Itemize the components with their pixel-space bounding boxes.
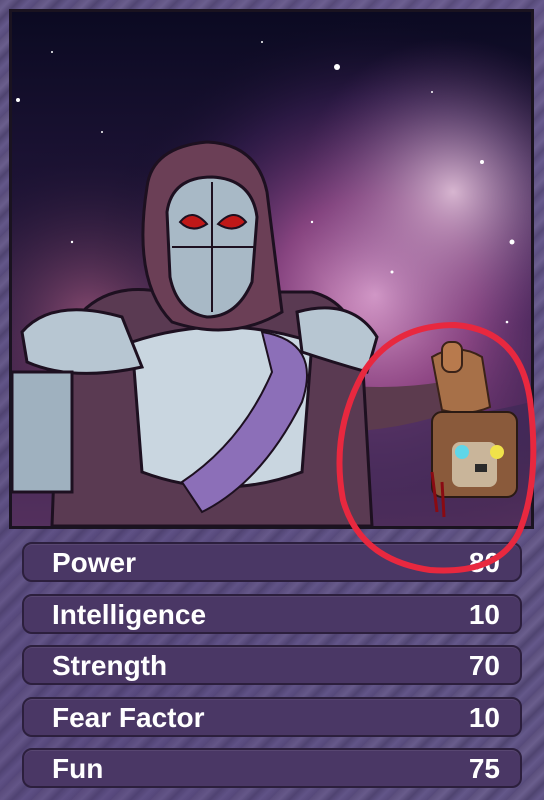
stat-value: 70 <box>468 650 500 681</box>
stat-label: Strength <box>52 650 168 681</box>
stat-row-intelligence[interactable]: Intelligence 10 <box>22 593 522 634</box>
stat-label: Intelligence <box>52 598 207 630</box>
character-card: Power 80 Intelligence 10 Strength 70 Fea… <box>0 0 544 800</box>
stat-value: 10 <box>468 701 500 733</box>
stats-panel: Power 80 Intelligence 10 Strength 70 Fea… <box>22 542 522 800</box>
stat-value: 80 <box>468 547 500 578</box>
character-illustration <box>12 12 531 526</box>
stat-row-strength[interactable]: Strength 70 <box>22 645 522 685</box>
stat-row-fun[interactable]: Fun 75 <box>22 748 522 788</box>
character-artwork <box>9 9 534 529</box>
stat-value: 10 <box>468 598 500 630</box>
stat-row-fear-factor[interactable]: Fear Factor 10 <box>22 696 522 737</box>
stat-row-power[interactable]: Power 80 <box>22 542 522 582</box>
stat-label: Fun <box>52 753 104 784</box>
stat-label: Power <box>52 547 137 578</box>
stat-label: Fear Factor <box>52 701 205 733</box>
stat-value: 75 <box>468 753 500 784</box>
